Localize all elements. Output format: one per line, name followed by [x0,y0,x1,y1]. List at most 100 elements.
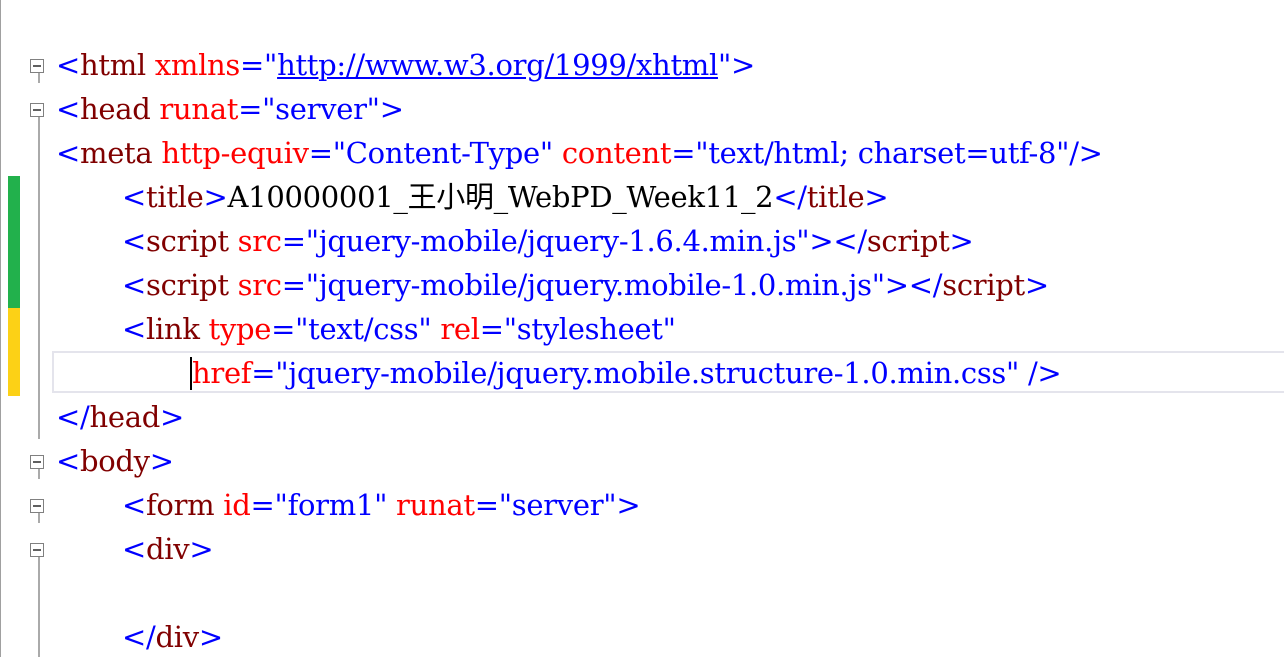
fold-collapse-icon[interactable] [30,455,44,469]
quote: " [264,48,278,82]
tag-name: script [146,268,229,302]
code-line-3[interactable]: <meta http-equiv="Content-Type" content=… [56,131,1103,175]
attribute-name: xmlns [154,48,241,82]
code-line-5[interactable]: <script src="jquery-mobile/jquery-1.6.4.… [122,219,974,263]
tag-name: div [155,620,199,654]
bracket: > [884,268,909,302]
bracket: </ [56,400,90,434]
attribute-value: "text/html; charset=utf-8" [695,136,1070,170]
attribute-name: content [561,136,672,170]
tag-name: head [89,400,160,434]
attribute-name: src [237,224,282,258]
equals: = [671,136,696,170]
bracket: > [189,532,214,566]
equals: = [474,488,499,522]
namespace-link[interactable]: http://www.w3.org/1999/xhtml [277,48,718,82]
tag-name: link [146,312,200,346]
attribute-name: href [192,356,252,390]
attribute-value: "text/css" [295,312,432,346]
fold-collapse-icon[interactable] [30,103,44,117]
equals: = [251,356,276,390]
code-line-4[interactable]: <title>A10000001_王小明_WebPD_Week11_2</tit… [122,175,889,219]
attribute-name: id [223,488,251,522]
code-line-8[interactable]: href="jquery-mobile/jquery.mobile.struct… [192,351,1062,395]
attribute-name: runat [396,488,475,522]
fold-collapse-icon[interactable] [30,499,44,513]
bracket: > [203,180,228,214]
code-line-12[interactable]: <div> [122,527,214,571]
bracket: /> [1069,136,1103,170]
bracket: </ [122,620,156,654]
code-line-2[interactable]: <head runat="server"> [56,87,404,131]
tag-name: html [80,48,146,82]
attribute-value: "form1" [274,488,388,522]
tag-name: title [146,180,204,214]
equals: = [281,224,306,258]
changed-lines-unsaved-indicator [8,308,20,396]
attribute-name: rel [440,312,480,346]
tag-name: title [806,180,865,214]
bracket: > [198,620,223,654]
tag-name: head [80,92,151,126]
equals: = [281,268,306,302]
fold-collapse-icon[interactable] [30,59,44,73]
code-line-14[interactable]: </div> [122,615,223,659]
attribute-value: "server" [498,488,617,522]
attribute-value: "jquery-mobile/jquery.mobile.structure-1… [275,356,1020,390]
attribute-name: runat [159,92,239,126]
bracket: < [122,532,146,566]
equals: = [308,136,333,170]
equals: = [479,312,504,346]
tag-name: script [146,224,229,258]
fold-guide-line [38,513,40,523]
fold-guide-line [38,557,40,657]
tag-name: meta [80,136,153,170]
bracket: </ [908,268,943,302]
attribute-value: "jquery-mobile/jquery.mobile-1.0.min.js" [305,268,885,302]
bracket: < [56,444,80,478]
bracket: < [56,92,80,126]
tag-name: form [146,488,215,522]
code-editor[interactable]: <html xmlns="http://www.w3.org/1999/xhtm… [0,0,1284,657]
code-line-10[interactable]: <body> [56,439,174,483]
bracket: < [122,180,146,214]
bracket: > [864,180,889,214]
bracket: > [731,48,756,82]
equals: = [271,312,296,346]
quote: " [717,48,732,82]
fold-collapse-icon[interactable] [30,543,44,557]
bracket: < [122,224,146,258]
code-line-1[interactable]: <html xmlns="http://www.w3.org/1999/xhtm… [56,43,755,87]
bracket: > [159,400,184,434]
bracket: > [809,224,834,258]
code-line-11[interactable]: <form id="form1" runat="server"> [122,483,641,527]
bracket: </ [833,224,867,258]
text-caret [190,357,192,390]
editor-gutter [0,0,52,657]
bracket: > [616,488,641,522]
code-line-9[interactable]: </head> [56,395,184,439]
changed-lines-saved-indicator [8,176,20,308]
fold-guide-line [38,117,40,439]
attribute-name: type [208,312,272,346]
code-line-6[interactable]: <script src="jquery-mobile/jquery.mobile… [122,263,1049,307]
bracket: < [122,312,146,346]
bracket: < [56,136,80,170]
bracket: > [1024,268,1049,302]
fold-guide-line [38,469,40,479]
tag-name: div [146,532,190,566]
code-line-7[interactable]: <link type="text/css" rel="stylesheet" [122,307,676,351]
bracket: > [149,444,174,478]
equals: = [238,92,263,126]
attribute-value: "stylesheet" [503,312,676,346]
equals: = [250,488,275,522]
attribute-name: http-equiv [161,136,309,170]
attribute-value: "Content-Type" [332,136,553,170]
